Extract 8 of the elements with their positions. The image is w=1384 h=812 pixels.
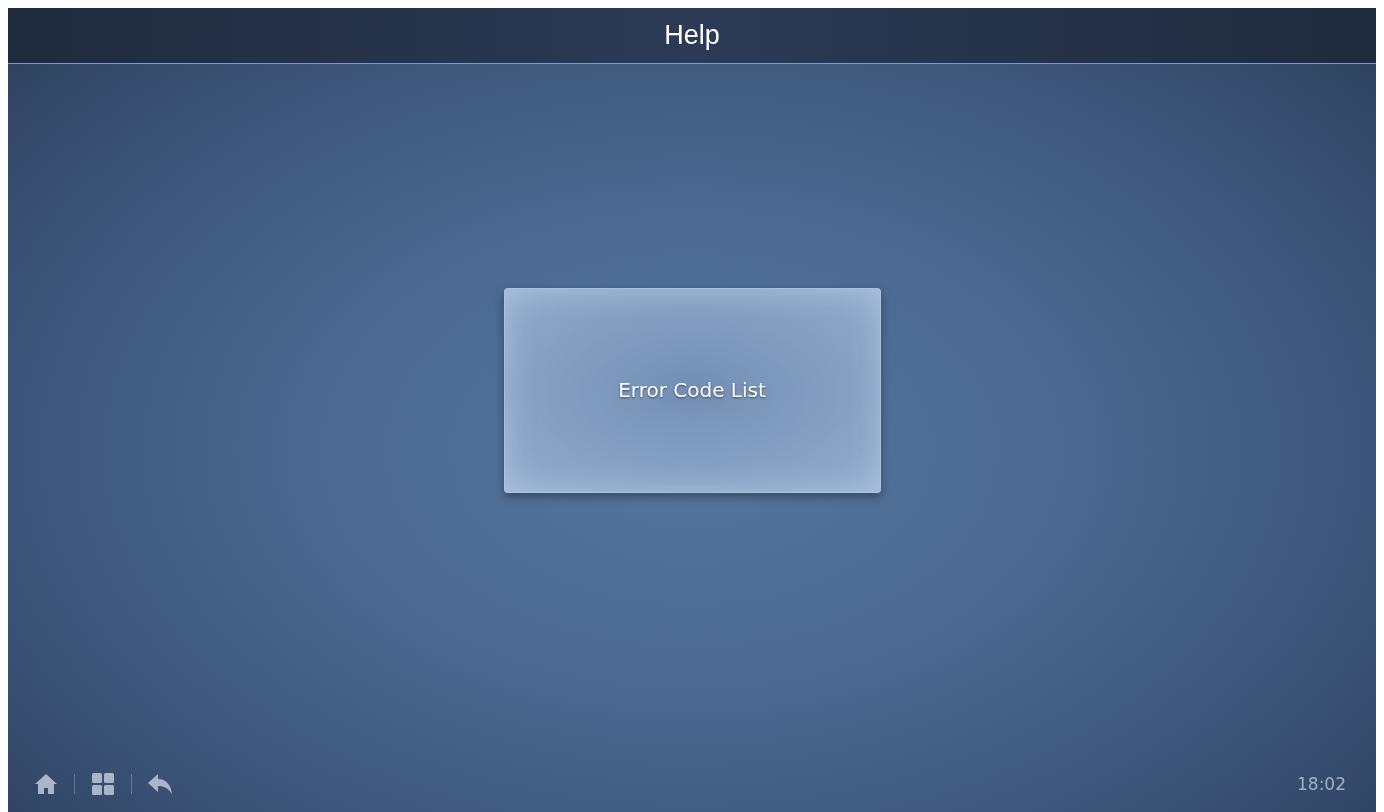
- grid-button[interactable]: [89, 772, 117, 796]
- back-button[interactable]: [146, 772, 174, 796]
- home-icon: [35, 774, 57, 794]
- clock-time: 18:02: [1297, 774, 1346, 794]
- menu-button[interactable]: Error Code List: [503, 287, 881, 493]
- back-arrow-icon: [148, 774, 172, 794]
- page-title: Help: [664, 20, 720, 51]
- grid-icon: [92, 773, 114, 795]
